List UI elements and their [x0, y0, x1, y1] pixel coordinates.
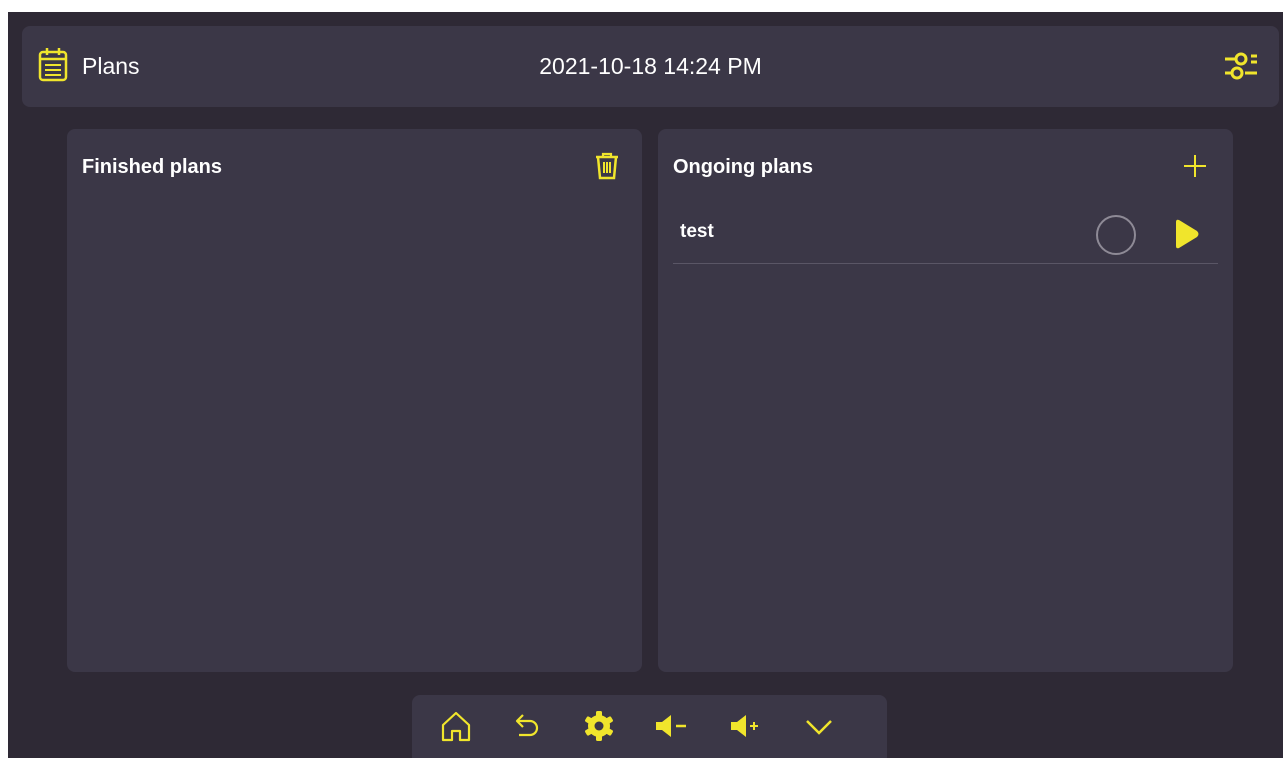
volume-down-icon[interactable] — [652, 706, 692, 746]
calendar-icon — [38, 46, 68, 87]
ongoing-plans-title: Ongoing plans — [673, 156, 813, 178]
finished-plans-title: Finished plans — [82, 156, 223, 178]
play-icon[interactable] — [1171, 218, 1201, 250]
settings-sliders-icon[interactable] — [1223, 48, 1259, 84]
volume-up-icon[interactable] — [727, 706, 767, 746]
trash-icon[interactable] — [592, 151, 622, 181]
app-screen: Plans 2021-10-18 14:24 PM Finished plans — [8, 12, 1283, 758]
header-left: Plans — [38, 26, 140, 107]
back-icon[interactable] — [507, 706, 547, 746]
status-circle-icon[interactable] — [1096, 215, 1136, 255]
chevron-down-icon[interactable] — [799, 706, 839, 746]
finished-plans-panel: Finished plans — [67, 129, 642, 672]
home-icon[interactable] — [436, 706, 476, 746]
plan-name: test — [680, 221, 714, 242]
gear-icon[interactable] — [579, 706, 619, 746]
bottom-nav-bar — [412, 695, 887, 758]
plan-row[interactable]: test — [673, 201, 1218, 264]
page-title: Plans — [82, 53, 140, 79]
ongoing-plans-panel: Ongoing plans test — [658, 129, 1233, 672]
plus-icon[interactable] — [1180, 151, 1210, 181]
header-bar: Plans 2021-10-18 14:24 PM — [22, 26, 1279, 107]
header-datetime: 2021-10-18 14:24 PM — [539, 53, 762, 79]
